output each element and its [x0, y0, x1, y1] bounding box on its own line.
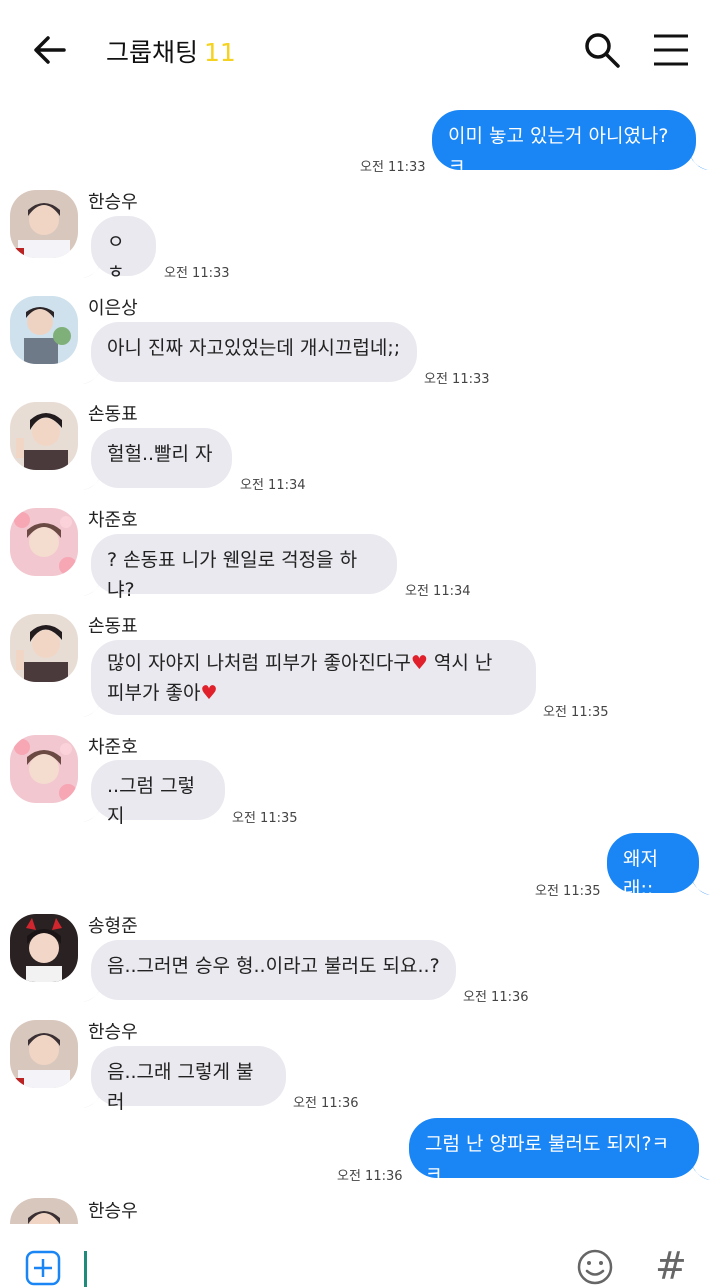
message-bubble-incoming[interactable]: 많이 자야지 나처럼 피부가 좋아진다구♥ 역시 난 피부가 좋아♥	[91, 640, 536, 715]
sender-name: 한승우	[88, 1201, 138, 1222]
menu-icon[interactable]	[652, 32, 690, 68]
hashtag-icon[interactable]: #	[655, 1244, 687, 1288]
message-list[interactable]: 이미 놓고 있는거 아니였나?ㅋ 오전 11:33 한승우 ㅇㅎ 오전 11:3…	[0, 100, 720, 1224]
message-text: 아니 진짜 자고있었는데 개시끄럽네;;	[107, 337, 401, 359]
avatar[interactable]	[10, 914, 78, 982]
heart-icon: ♥	[410, 652, 428, 674]
bubble-tail	[83, 1088, 103, 1108]
plus-icon[interactable]	[25, 1250, 61, 1286]
sender-name: 이은상	[88, 298, 138, 319]
avatar[interactable]	[10, 508, 78, 576]
bubble-tail	[83, 576, 103, 596]
message-time: 오전 11:36	[293, 1096, 359, 1111]
message-text: 음..그래 그렇게 불러	[107, 1061, 254, 1113]
message-bubble-outgoing[interactable]: 그럼 난 양파로 불러도 되지?ㅋㅋ	[409, 1118, 699, 1185]
emoji-icon[interactable]	[576, 1248, 614, 1286]
bubble-tail	[83, 697, 103, 717]
bubble-tail	[83, 802, 103, 822]
bubble-tail	[83, 258, 103, 278]
bubble-tail	[690, 875, 710, 895]
bubble-tail	[83, 470, 103, 490]
message-text: 음..그러면 승우 형..이라고 불러도 되요..?	[107, 955, 440, 977]
message-bubble-outgoing[interactable]: 왜저래;;	[607, 833, 699, 900]
member-count: 11	[204, 38, 236, 67]
sender-name: 한승우	[88, 1022, 138, 1043]
message-time: 오전 11:36	[337, 1169, 403, 1184]
sender-name: 차준호	[88, 510, 138, 531]
message-time: 오전 11:33	[424, 372, 490, 387]
message-time: 오전 11:34	[240, 478, 306, 493]
message-text: 피부가 좋아	[107, 682, 201, 704]
chat-header: 그룹채팅 11	[0, 0, 720, 100]
sender-name: 송형준	[88, 916, 138, 937]
avatar[interactable]	[10, 1198, 78, 1224]
message-bubble-outgoing[interactable]: 이미 놓고 있는거 아니였나?ㅋ	[432, 110, 696, 177]
message-time: 오전 11:34	[405, 584, 471, 599]
avatar[interactable]	[10, 402, 78, 470]
message-text: ㅇㅎ	[107, 231, 125, 283]
message-time: 오전 11:35	[543, 705, 609, 720]
sender-name: 차준호	[88, 737, 138, 758]
chat-title-text: 그룹채팅	[106, 38, 199, 67]
avatar[interactable]	[10, 1020, 78, 1088]
heart-icon: ♥	[200, 682, 218, 704]
message-bubble-incoming[interactable]: 아니 진짜 자고있었는데 개시끄럽네;;	[91, 322, 417, 382]
message-text: 이미 놓고 있는거 아니였나?ㅋ	[448, 125, 669, 177]
message-text: ? 손동표 니가 웬일로 걱정을 하냐?	[107, 549, 358, 601]
message-input-field[interactable]	[84, 1251, 87, 1287]
message-text-line: 많이 자야지 나처럼 피부가 좋아진다구♥ 역시 난	[107, 648, 520, 678]
bubble-tail	[83, 364, 103, 384]
sender-name: 한승우	[88, 192, 138, 213]
message-text: 많이 자야지 나처럼 피부가 좋아진다구	[107, 652, 411, 674]
back-arrow-icon[interactable]	[30, 30, 70, 70]
bubble-tail	[688, 150, 708, 170]
message-time: 오전 11:33	[360, 160, 426, 175]
message-bubble-incoming[interactable]: ..그럼 그렇지	[91, 760, 225, 827]
message-bubble-incoming[interactable]: 음..그래 그렇게 불러	[91, 1046, 286, 1113]
message-text-line: 피부가 좋아♥	[107, 678, 520, 708]
sender-name: 손동표	[88, 616, 138, 637]
message-time: 오전 11:35	[535, 884, 601, 899]
message-bubble-incoming[interactable]: 헐헐..빨리 자	[91, 428, 232, 488]
avatar[interactable]	[10, 190, 78, 258]
message-text: 헐헐..빨리 자	[107, 443, 213, 465]
bubble-tail	[83, 982, 103, 1002]
search-icon[interactable]	[582, 30, 622, 70]
message-text: 그럼 난 양파로 불러도 되지?ㅋㅋ	[425, 1133, 670, 1185]
message-text: ..그럼 그렇지	[107, 775, 196, 827]
avatar[interactable]	[10, 614, 78, 682]
sender-name: 손동표	[88, 404, 138, 425]
bubble-tail	[690, 1160, 710, 1180]
message-bubble-incoming[interactable]: ? 손동표 니가 웬일로 걱정을 하냐?	[91, 534, 397, 601]
message-time: 오전 11:35	[232, 811, 298, 826]
chat-title: 그룹채팅 11	[106, 33, 236, 69]
avatar[interactable]	[10, 735, 78, 803]
message-text: 역시 난	[427, 652, 493, 674]
message-time: 오전 11:36	[463, 990, 529, 1005]
message-text: 왜저래;;	[623, 848, 658, 900]
avatar[interactable]	[10, 296, 78, 364]
message-bubble-incoming[interactable]: 음..그러면 승우 형..이라고 불러도 되요..?	[91, 940, 456, 1000]
message-time: 오전 11:33	[164, 266, 230, 281]
